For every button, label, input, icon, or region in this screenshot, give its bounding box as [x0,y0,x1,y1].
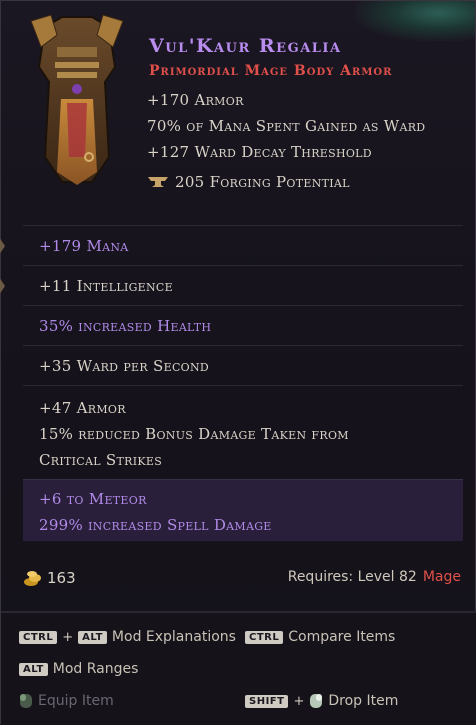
affix-line: +11 Intelligence [39,277,173,295]
affix-intelligence[interactable]: +11 Intelligence [23,265,463,305]
affix-line: +35 Ward per Second [39,357,210,375]
required-class: Mage [422,569,461,585]
forging-potential-text: 205 Forging Potential [175,173,350,191]
mod-explanations-label: Mod Explanations [111,629,236,645]
ctrl-key: CTRL [19,630,58,644]
affix-line: 299% increased Spell Damage [39,516,272,534]
anvil-icon [148,177,168,187]
item-name: Vul'Kaur Regalia [149,35,342,57]
affix-line: +47 Armor [39,399,126,417]
compare-items-label: Compare Items [288,629,396,645]
left-mouse-icon [20,694,32,708]
implicit-mana-ward: 70% of Mana Spent Gained as Ward [147,117,426,135]
affix-line: +6 to Meteor [39,490,147,508]
gold-value: 163 [47,569,76,587]
affix-ward-per-second[interactable]: +35 Ward per Second [23,345,463,385]
plus-sign: + [293,693,305,709]
mod-ranges-label: Mod Ranges [52,661,139,677]
hint-mod-ranges: ALT Mod Ranges [19,661,138,677]
affix-line: Critical Strikes [39,451,163,469]
affix-armor-crit[interactable]: +47 Armor 15% reduced Bonus Damage Taken… [23,385,463,477]
affix-line: 15% reduced Bonus Damage Taken from [39,425,349,443]
hint-compare-items: CTRL Compare Items [245,629,395,645]
alt-key: ALT [78,630,107,644]
item-tooltip: Vul'Kaur Regalia Primordial Mage Body Ar… [0,0,476,725]
implicit-armor: +170 Armor [147,91,244,109]
equip-item-label: Equip Item [38,693,114,709]
hint-mod-explanations: CTRL + ALT Mod Explanations [19,629,236,645]
item-type: Primordial Mage Body Armor [149,63,393,79]
shift-key: SHIFT [245,694,289,708]
hint-equip-item: Equip Item [19,693,114,709]
affix-health[interactable]: 35% increased Health [23,305,463,345]
hint-drop-item: SHIFT + Drop Item [245,693,398,709]
side-marker [0,277,5,295]
forging-potential: 205 Forging Potential [147,173,350,191]
body-armor-icon [30,14,124,185]
affix-mana[interactable]: +179 Mana [23,225,463,265]
right-mouse-icon [310,694,323,708]
affix-line: 35% increased Health [39,317,212,335]
requirements: Requires: Level 82 Mage [288,569,461,585]
ctrl-key: CTRL [245,630,284,644]
gold-icon [24,571,41,586]
required-level: Requires: Level 82 [287,569,417,585]
drop-item-label: Drop Item [328,693,399,709]
affix-line: +179 Mana [39,237,129,255]
affix-meteor[interactable]: +6 to Meteor 299% increased Spell Damage [23,479,463,541]
alt-key: ALT [19,662,48,676]
plus-sign: + [62,629,74,645]
item-header: Vul'Kaur Regalia Primordial Mage Body Ar… [1,1,476,221]
control-hints: CTRL + ALT Mod Explanations CTRL Compare… [1,613,476,725]
implicit-ward-decay: +127 Ward Decay Threshold [147,143,372,161]
side-marker [0,237,5,255]
